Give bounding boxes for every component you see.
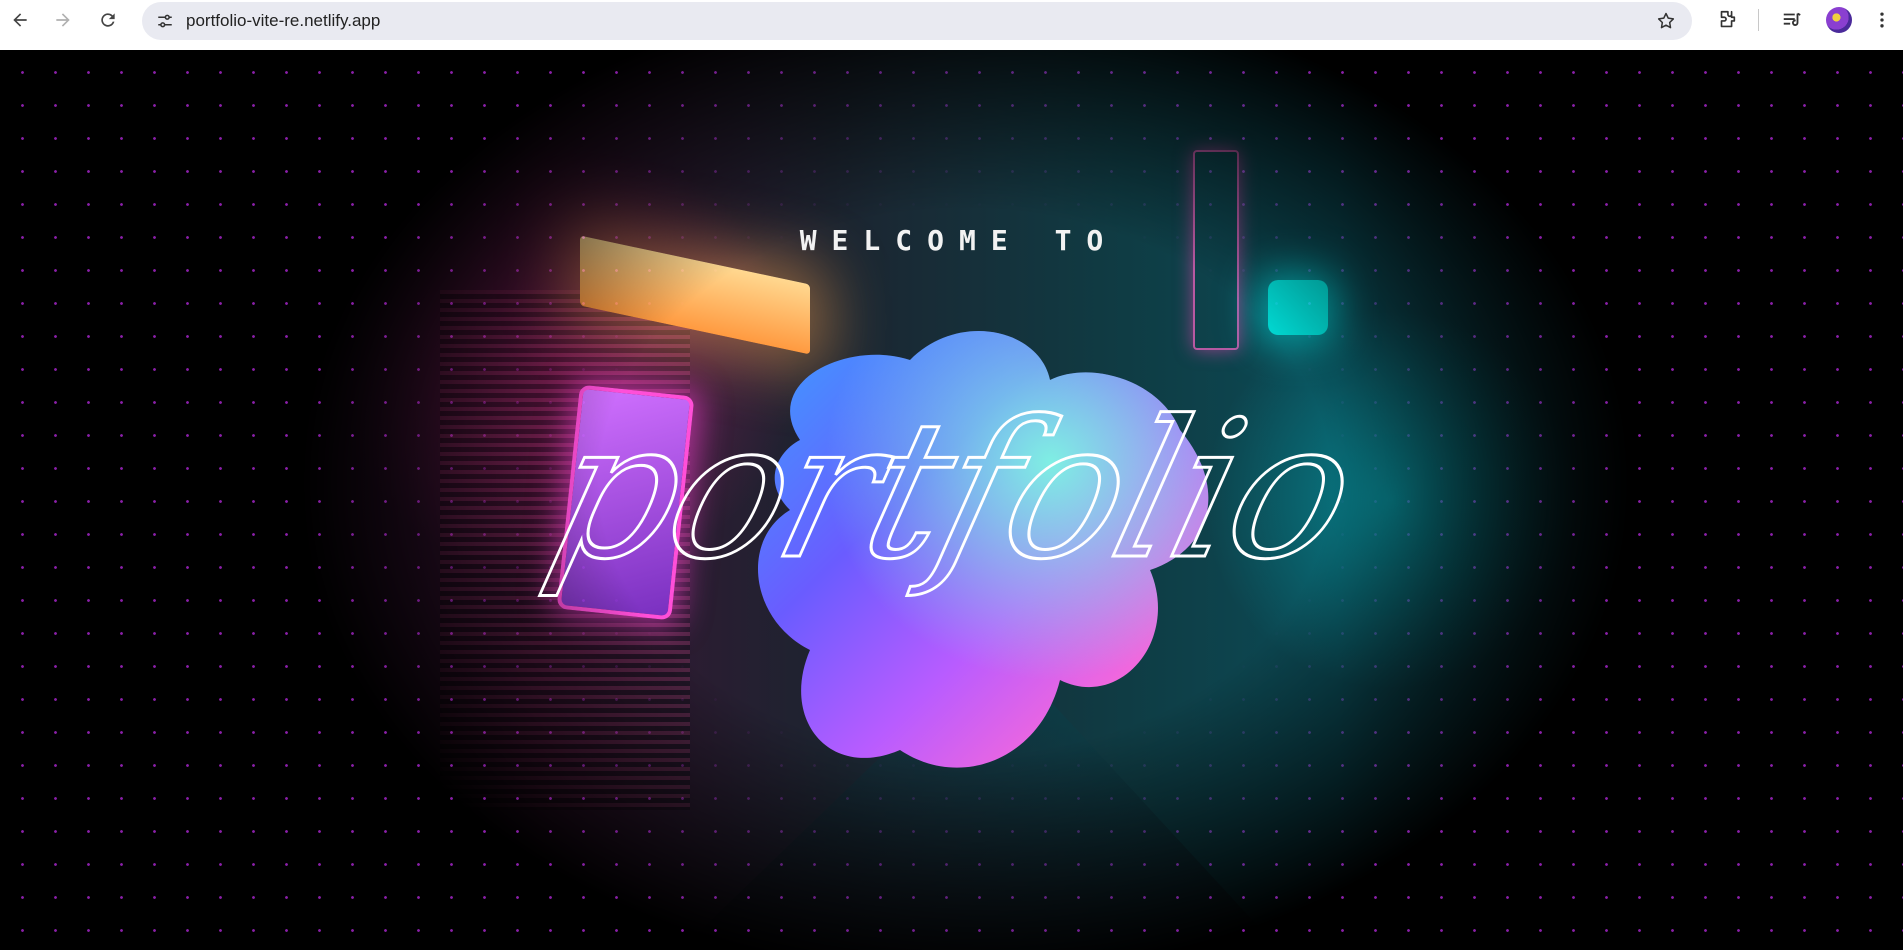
forward-button[interactable] [43, 0, 83, 40]
toolbar-divider [1758, 9, 1759, 31]
reload-icon [101, 13, 115, 27]
extensions-icon[interactable] [1713, 6, 1741, 34]
back-button[interactable] [0, 0, 40, 40]
url-text[interactable]: portfolio-vite-re.netlify.app [186, 11, 380, 31]
welcome-heading: WELCOME TO [799, 224, 1119, 257]
arrow-left-icon [13, 13, 27, 27]
arrow-right-icon [56, 13, 70, 27]
address-bar[interactable]: portfolio-vite-re.netlify.app [142, 2, 1692, 40]
reload-button[interactable] [88, 0, 128, 40]
portfolio-title: portfolio [529, 379, 1375, 603]
media-queue-icon[interactable] [1778, 6, 1806, 34]
profile-avatar[interactable] [1826, 7, 1852, 33]
hero-section: WELCOME TO portfolio [0, 50, 1903, 950]
bookmark-star-icon[interactable] [1654, 9, 1678, 33]
cyan-neon-sign [1268, 280, 1328, 335]
more-menu-icon[interactable] [1868, 6, 1896, 34]
browser-toolbar: portfolio-vite-re.netlify.app [0, 0, 1903, 50]
site-info-icon[interactable] [150, 6, 180, 36]
